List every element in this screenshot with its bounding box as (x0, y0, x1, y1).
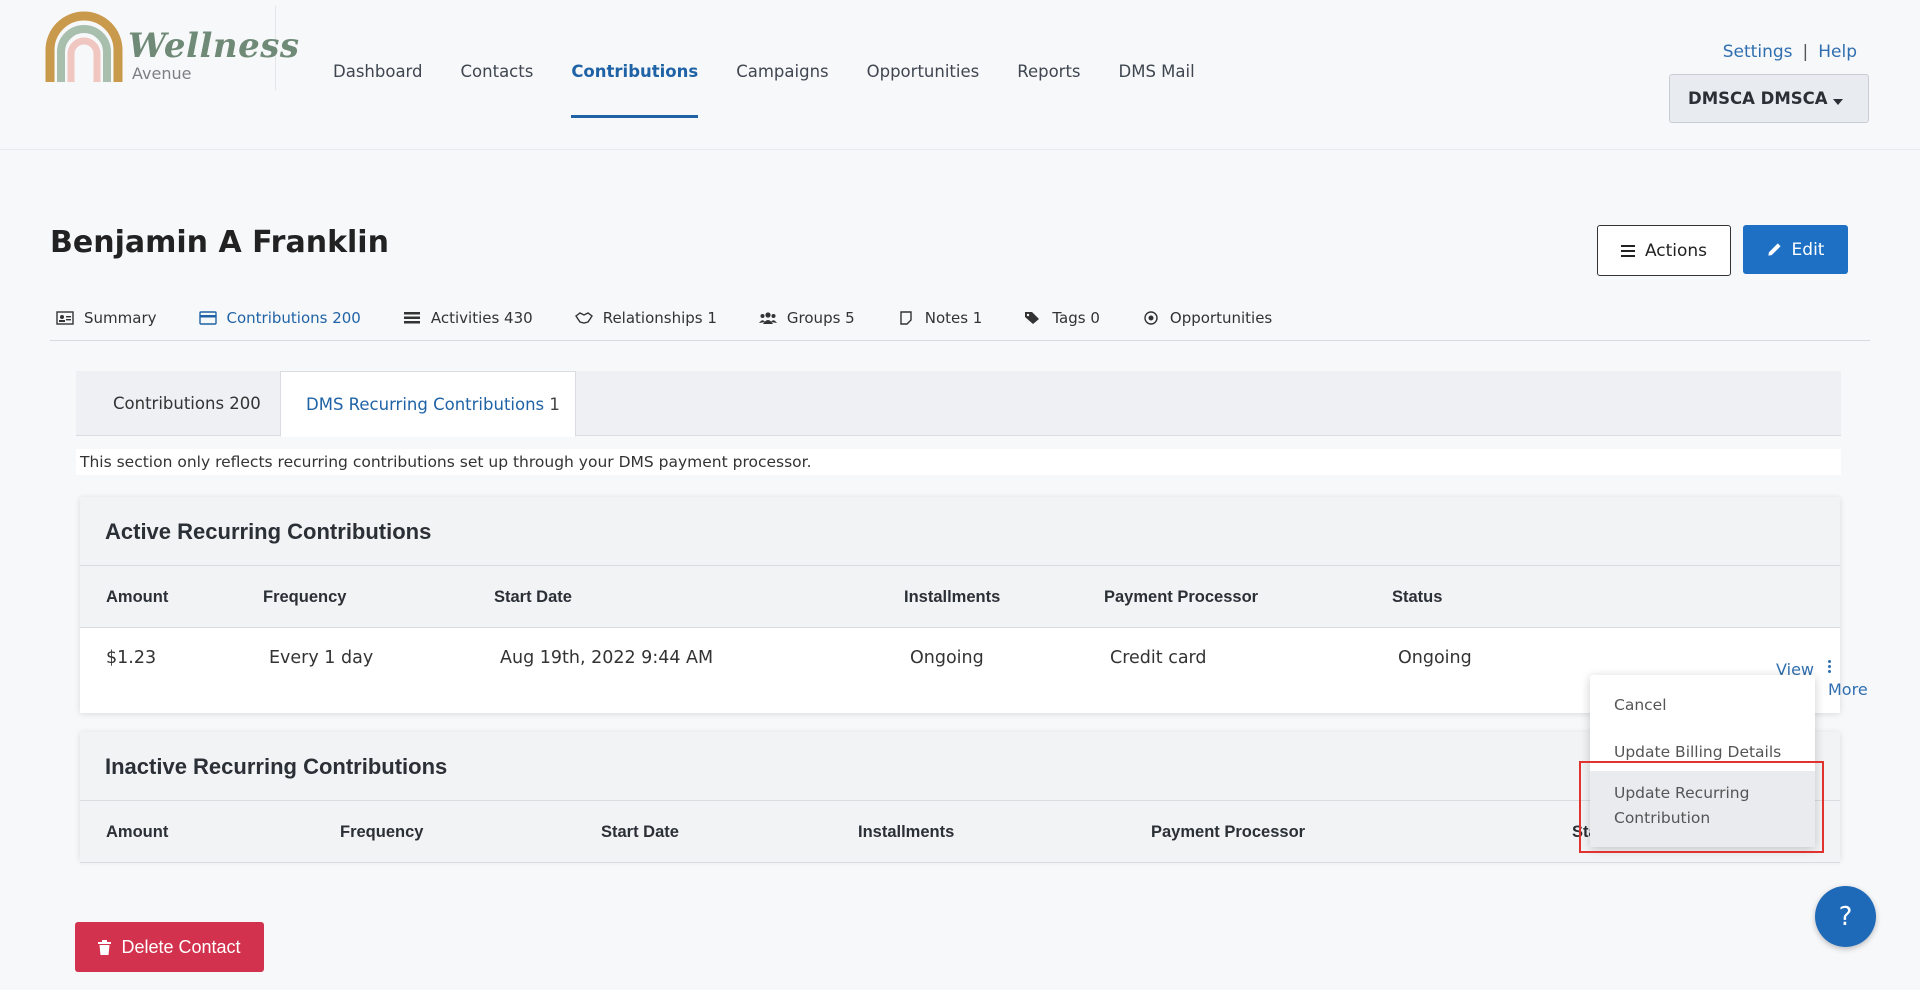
inactive-recurring-card: Inactive Recurring Contributions Amount … (80, 732, 1840, 863)
users-icon (758, 312, 777, 324)
active-section-title: Active Recurring Contributions (80, 497, 1840, 566)
col-frequency: Frequency (340, 823, 424, 841)
col-installments: Installments (904, 588, 1001, 606)
inactive-section-title: Inactive Recurring Contributions (80, 732, 1840, 801)
tab-opportunities-label: Opportunities (1169, 309, 1273, 327)
col-payment-processor: Payment Processor (1104, 588, 1259, 606)
cell-status: Ongoing (1398, 648, 1472, 668)
tab-groups[interactable]: Groups 5 (758, 300, 855, 336)
delete-contact-button[interactable]: Delete Contact (75, 922, 264, 972)
tab-tags-label: Tags 0 (1052, 309, 1100, 327)
edit-button[interactable]: Edit (1743, 225, 1848, 274)
id-card-icon (56, 311, 74, 325)
cell-installments: Ongoing (910, 648, 984, 668)
tab-contributions-label: Contributions 200 (226, 309, 361, 327)
contact-name: Benjamin A Franklin (50, 225, 389, 260)
active-table-header: Amount Frequency Start Date Installments… (80, 566, 1840, 628)
settings-link[interactable]: Settings (1723, 42, 1793, 62)
nav-reports[interactable]: Reports (1017, 0, 1080, 118)
help-link[interactable]: Help (1818, 42, 1857, 62)
pencil-icon (1767, 243, 1781, 256)
credit-card-icon (198, 311, 217, 325)
menu-item-update-billing[interactable]: Update Billing Details (1590, 732, 1815, 772)
nav-contributions[interactable]: Contributions (571, 0, 699, 118)
tab-relationships-label: Relationships 1 (602, 309, 717, 327)
tab-activities-label: Activities 430 (430, 309, 533, 327)
table-row: $1.23 Every 1 day Aug 19th, 2022 9:44 AM… (80, 628, 1868, 710)
target-icon (1144, 311, 1158, 325)
handshake-icon (574, 312, 593, 324)
col-payment-processor: Payment Processor (1151, 823, 1306, 841)
top-links: Settings | Help (1723, 42, 1857, 62)
menu-item-cancel[interactable]: Cancel (1590, 685, 1815, 725)
caret-down-icon (1833, 99, 1843, 105)
cell-frequency: Every 1 day (269, 648, 374, 668)
cell-amount: $1.23 (106, 648, 157, 668)
col-amount: Amount (106, 823, 169, 841)
tab-contributions[interactable]: Contributions 200 (198, 300, 361, 336)
list-icon (403, 312, 420, 324)
nav-dashboard[interactable]: Dashboard (333, 0, 423, 118)
link-separator: | (1802, 42, 1809, 62)
delete-contact-label: Delete Contact (121, 936, 241, 957)
cell-payment-processor: Credit card (1110, 648, 1207, 668)
hamburger-icon (1620, 244, 1635, 257)
col-start-date: Start Date (494, 588, 572, 606)
cell-start-date: Aug 19th, 2022 9:44 AM (500, 648, 714, 668)
tab-activities[interactable]: Activities 430 (403, 300, 533, 336)
more-actions-menu: Cancel Update Billing Details Update Rec… (1590, 675, 1815, 847)
tab-opportunities[interactable]: Opportunities (1142, 300, 1272, 336)
rainbow-logo-icon (45, 11, 123, 82)
tab-summary[interactable]: Summary (56, 300, 157, 336)
nav-campaigns[interactable]: Campaigns (736, 0, 828, 118)
actions-button[interactable]: Actions (1597, 225, 1731, 276)
kebab-icon (1828, 660, 1831, 673)
subtab-contributions[interactable]: Contributions 200 (113, 371, 261, 436)
info-notice: This section only reflects recurring con… (76, 449, 1841, 475)
col-installments: Installments (858, 823, 955, 841)
contact-tabs: Summary Contributions 200 Activities 430… (50, 300, 1870, 341)
trash-icon (98, 939, 112, 955)
contribution-subtabs: Contributions 200 DMS Recurring Contribu… (76, 371, 1841, 437)
tab-notes-label: Notes 1 (924, 309, 983, 327)
col-frequency: Frequency (263, 588, 347, 606)
more-link-label: More (1828, 680, 1868, 699)
tab-relationships[interactable]: Relationships 1 (574, 300, 717, 336)
brand-subtitle: Avenue (132, 64, 192, 83)
edit-button-label: Edit (1791, 239, 1825, 260)
nav-opportunities[interactable]: Opportunities (867, 0, 980, 118)
recurring-contributions-panel: Contributions 200 DMS Recurring Contribu… (76, 371, 1868, 901)
tab-notes[interactable]: Notes 1 (897, 300, 983, 336)
tab-groups-label: Groups 5 (786, 309, 855, 327)
subtab-dms-recurring-count: 1 (549, 395, 560, 414)
top-header: Wellness Avenue Dashboard Contacts Contr… (0, 0, 1920, 150)
brand-name: Wellness (128, 26, 300, 66)
note-icon (900, 311, 912, 325)
user-menu-dropdown[interactable]: DMSCA DMSCA (1669, 74, 1869, 123)
col-amount: Amount (106, 588, 169, 606)
menu-item-update-recurring[interactable]: Update Recurring Contribution (1590, 771, 1815, 847)
user-name: DMSCA DMSCA (1688, 89, 1828, 108)
subtab-dms-recurring-label: DMS Recurring Contributions (306, 395, 545, 414)
main-nav: Dashboard Contacts Contributions Campaig… (333, 0, 1233, 120)
inactive-table-header: Amount Frequency Start Date Installments… (80, 801, 1840, 863)
brand-logo[interactable]: Wellness Avenue (40, 6, 299, 90)
tab-tags[interactable]: Tags 0 (1024, 300, 1100, 336)
nav-dms-mail[interactable]: DMS Mail (1119, 0, 1195, 118)
help-fab-button[interactable]: ? (1815, 886, 1876, 947)
tab-summary-label: Summary (84, 309, 157, 327)
subtab-dms-recurring[interactable]: DMS Recurring Contributions 1 (280, 371, 576, 437)
active-recurring-card: Active Recurring Contributions Amount Fr… (80, 497, 1868, 713)
col-status: Status (1392, 588, 1443, 606)
tags-icon (1025, 312, 1040, 324)
nav-contacts[interactable]: Contacts (461, 0, 534, 118)
col-start-date: Start Date (601, 823, 679, 841)
actions-button-label: Actions (1644, 240, 1708, 261)
